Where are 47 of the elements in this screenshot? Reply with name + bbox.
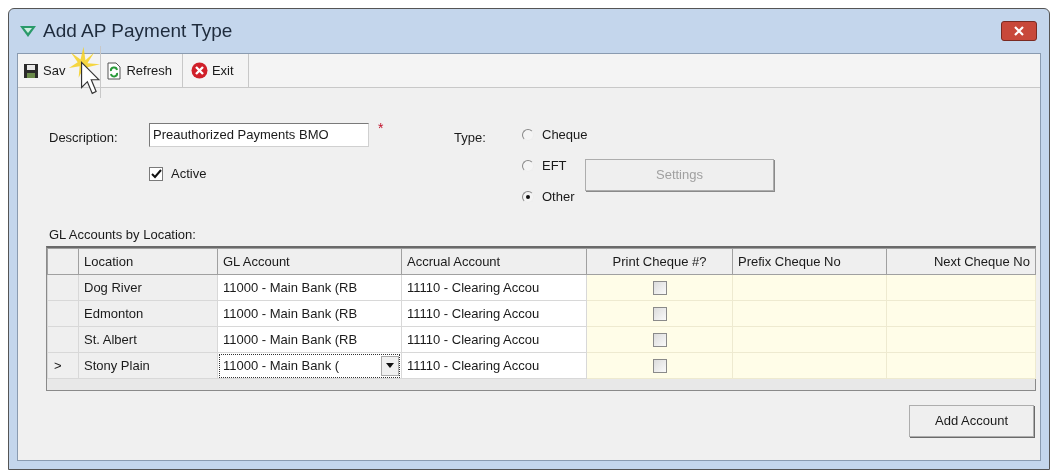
column-header[interactable]: Prefix Cheque No [732,248,887,275]
column-header[interactable]: Print Cheque #? [586,248,733,275]
column-header[interactable]: GL Account [217,248,402,275]
radio-label: Other [542,187,575,206]
column-header[interactable]: Accrual Account [401,248,587,275]
print-cheque-checkbox[interactable] [652,307,667,322]
table-cell: Stony Plain [78,352,218,379]
active-checkbox[interactable] [149,166,163,181]
radio-button[interactable] [522,190,534,203]
description-label: Description: [49,129,118,147]
table-cell: 11110 - Clearing Accou [401,274,587,301]
print-cheque-checkbox[interactable] [652,281,667,296]
table-cell: 11000 - Main Bank (RB [217,326,402,353]
refresh-button[interactable]: Refresh [101,54,183,87]
radio-label: Cheque [542,125,588,144]
radio-button[interactable] [522,128,534,141]
table-cell: St. Albert [78,326,218,353]
refresh-icon [106,61,123,80]
close-button[interactable] [1001,21,1037,41]
save-button[interactable]: Sav [18,54,68,87]
table-cell: 11110 - Clearing Accou [401,352,587,379]
grid-label: GL Accounts by Location: [49,226,196,244]
table-cell: 11110 - Clearing Accou [401,326,587,353]
table-cell: 11000 - Main Bank (RB [217,300,402,327]
add-account-button[interactable]: Add Account [909,405,1034,437]
exit-button[interactable]: Exit [182,54,249,87]
type-label: Type: [454,129,486,147]
close-icon [190,62,208,79]
gl-account-dropdown[interactable]: 11000 - Main Bank ( [219,353,400,378]
current-row-marker: > [54,357,62,373]
table-cell: 11000 - Main Bank (RB [217,274,402,301]
print-cheque-checkbox[interactable] [652,333,667,348]
caret-icon [386,363,394,368]
table-cell: Dog River [78,274,218,301]
app-logo-icon [19,24,37,38]
active-label: Active [171,165,207,183]
description-field[interactable]: Preauthorized Payments BMO [149,123,369,147]
print-cheque-checkbox[interactable] [652,359,667,374]
column-header[interactable]: Location [78,248,218,275]
table-cell: 11110 - Clearing Accou [401,300,587,327]
column-header[interactable]: Next Cheque No [886,248,1036,275]
table-cell: Edmonton [78,300,218,327]
radio-button[interactable] [522,159,534,172]
radio-label: EFT [542,156,567,175]
close-icon [1014,26,1024,36]
window-title: Add AP Payment Type [43,18,233,43]
required-mark: * [378,119,384,138]
